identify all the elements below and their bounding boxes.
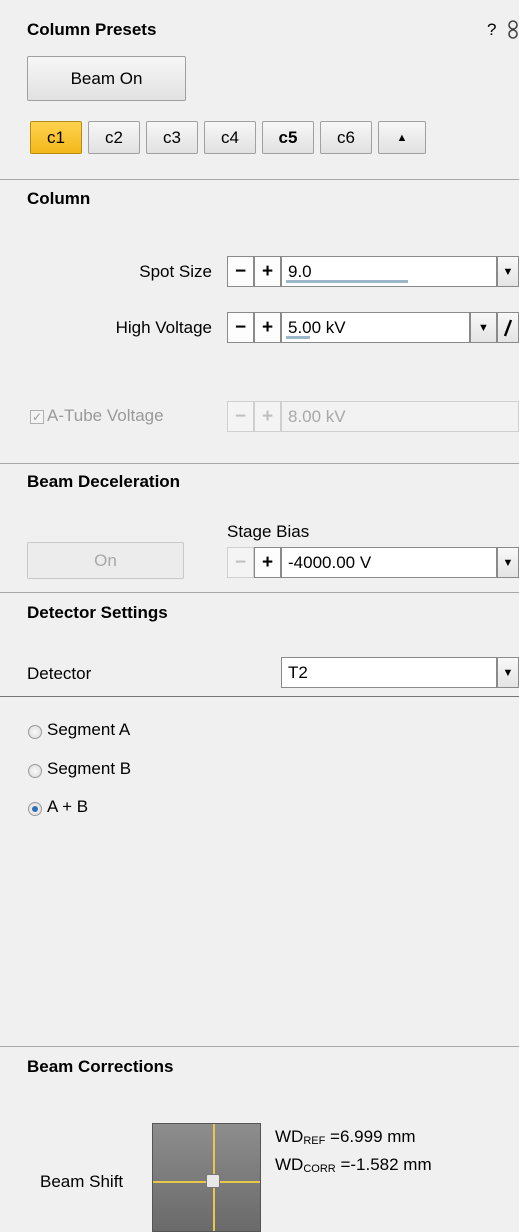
detector-select[interactable]: T2 [281, 657, 497, 688]
wd-corr-subscript: CORR [303, 1163, 336, 1175]
divider [0, 592, 519, 593]
wd-ref-subscript: REF [303, 1135, 326, 1147]
stage-bias-decrement-button[interactable]: − [227, 547, 254, 578]
collapse-presets-button[interactable]: ▲ [378, 121, 426, 154]
help-icon[interactable]: ? [487, 20, 496, 40]
a-plus-b-radio[interactable] [28, 802, 42, 816]
preset-c3-button[interactable]: c3 [146, 121, 198, 154]
column-title: Column [27, 189, 91, 208]
high-voltage-value: 5.00 kV [288, 318, 346, 337]
preset-c2-button[interactable]: c2 [88, 121, 140, 154]
a-plus-b-label[interactable]: A + B [47, 797, 88, 817]
beam-deceleration-on-button[interactable]: On [27, 542, 184, 579]
wd-corr-readout: WDCORR =-1.582 mm [275, 1155, 432, 1175]
divider [0, 463, 519, 464]
stage-bias-increment-button[interactable]: + [254, 547, 281, 578]
high-voltage-increment-button[interactable]: + [254, 312, 281, 343]
atube-voltage-decrement-button[interactable]: − [227, 401, 254, 432]
beam-corrections-title: Beam Corrections [27, 1057, 174, 1076]
atube-voltage-value: 8.00 kV [288, 407, 346, 426]
segment-a-label[interactable]: Segment A [47, 720, 130, 740]
spot-size-field[interactable]: 9.0 [281, 256, 497, 287]
preset-c1-button[interactable]: c1 [30, 121, 82, 154]
wd-ref-readout: WDREF =6.999 mm [275, 1127, 416, 1147]
preset-c6-button[interactable]: c6 [320, 121, 372, 154]
pin-icon[interactable] [505, 18, 519, 42]
high-voltage-dropdown-button[interactable]: ▼ [470, 312, 497, 343]
slash-icon [503, 319, 513, 336]
high-voltage-field[interactable]: 5.00 kV [281, 312, 470, 343]
atube-voltage-label: A-Tube Voltage [47, 406, 164, 425]
spot-size-value: 9.0 [288, 262, 312, 281]
column-presets-title: Column Presets [27, 20, 157, 39]
beam-shift-handle[interactable] [206, 1174, 220, 1188]
spot-size-label: Spot Size [139, 262, 212, 281]
high-voltage-range-bar [286, 336, 310, 339]
spot-size-increment-button[interactable]: + [254, 256, 281, 287]
spot-size-range-bar [286, 280, 408, 283]
segment-a-radio[interactable] [28, 725, 42, 739]
high-voltage-label: High Voltage [115, 318, 212, 337]
atube-voltage-increment-button[interactable]: + [254, 401, 281, 432]
segment-b-radio[interactable] [28, 764, 42, 778]
wd-ref-value: =6.999 mm [325, 1127, 416, 1146]
wd-ref-prefix: WD [275, 1127, 304, 1146]
high-voltage-extra-button[interactable] [497, 312, 519, 343]
stage-bias-dropdown-button[interactable]: ▼ [497, 547, 519, 578]
atube-voltage-field[interactable]: 8.00 kV [281, 401, 519, 432]
divider [0, 696, 519, 697]
detector-settings-title: Detector Settings [27, 603, 168, 622]
spot-size-dropdown-button[interactable]: ▼ [497, 256, 519, 287]
high-voltage-decrement-button[interactable]: − [227, 312, 254, 343]
detector-label: Detector [27, 664, 92, 683]
stage-bias-label: Stage Bias [227, 522, 310, 541]
detector-dropdown-button[interactable]: ▼ [497, 657, 519, 688]
detector-value: T2 [288, 663, 308, 682]
beam-deceleration-title: Beam Deceleration [27, 472, 181, 491]
segment-b-label[interactable]: Segment B [47, 759, 131, 779]
preset-c4-button[interactable]: c4 [204, 121, 256, 154]
beam-shift-label: Beam Shift [40, 1172, 124, 1191]
divider [0, 1046, 519, 1047]
divider [0, 179, 519, 180]
beam-shift-pad[interactable] [152, 1123, 261, 1232]
wd-corr-prefix: WD [275, 1155, 304, 1174]
beam-on-button[interactable]: Beam On [27, 56, 186, 101]
stage-bias-field[interactable]: -4000.00 V [281, 547, 497, 578]
stage-bias-value: -4000.00 V [288, 553, 372, 572]
spot-size-decrement-button[interactable]: − [227, 256, 254, 287]
wd-corr-value: =-1.582 mm [335, 1155, 432, 1174]
preset-c5-button[interactable]: c5 [262, 121, 314, 154]
atube-voltage-checkbox[interactable]: ✓ [30, 410, 44, 424]
